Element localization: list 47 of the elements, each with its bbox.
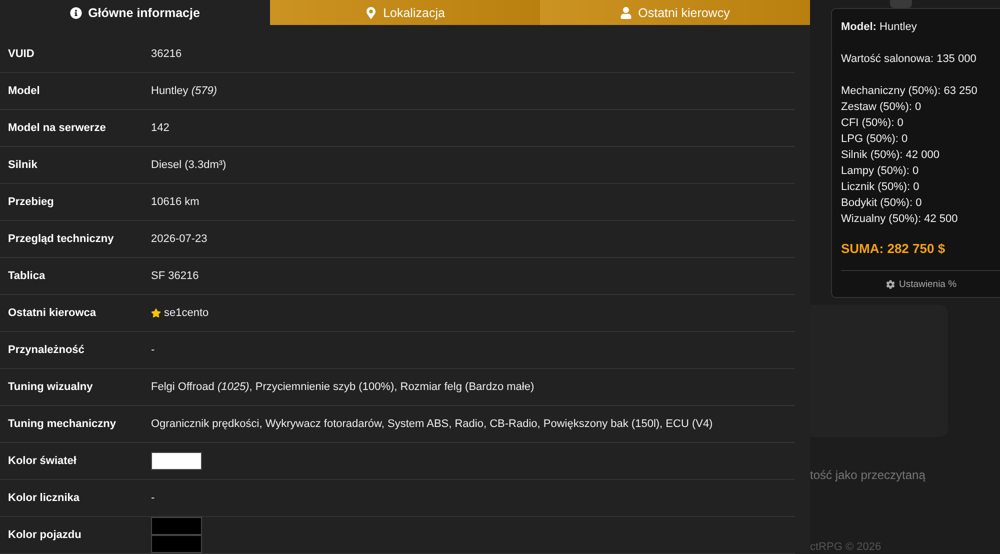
price-item: Bodykit (50%): 0 [841, 196, 923, 211]
detail-value: 142 [151, 122, 170, 134]
price-item: Mechaniczny (50%): 63 250 [841, 84, 978, 99]
detail-value: 10616 km [151, 196, 200, 208]
settings-button[interactable]: Ustawienia % [886, 279, 957, 290]
base-price: Wartość salonowa: 135 000 [841, 52, 978, 67]
map-pin-icon [365, 6, 378, 18]
detail-label: Tuning mechaniczny [7, 418, 117, 430]
detail-value: - [151, 344, 155, 356]
detail-label: Kolor pojazdu [7, 529, 82, 541]
detail-label: Tuning wizualny [7, 381, 94, 393]
detail-label: Przebieg [7, 196, 55, 208]
detail-label: Silnik [7, 159, 38, 171]
detail-value: Diesel (3.3dm³) [151, 159, 226, 171]
detail-value: Huntley (579) [151, 85, 218, 97]
detail-label: Kolor licznika [7, 492, 81, 504]
model-line: Model: Huntley [841, 20, 918, 35]
detail-value: Felgi Offroad (1025), Przyciemnienie szyb (100%), Rozmiar felg (Bardzo małe) [151, 381, 534, 393]
price-item: LPG (50%): 0 [841, 132, 909, 147]
detail-value: Ogranicznik prędkości, Wykrywacz fotoradarów, System ABS, Radio, CB-Radio, Powiększony bak (150l), ECU (V4) [151, 418, 713, 430]
handle-button[interactable] [890, 0, 912, 8]
detail-label: VUID [7, 48, 36, 60]
price-item: Silnik (50%): 42 000 [841, 148, 940, 163]
price-item: Zestaw (50%): 0 [841, 100, 922, 115]
price-item: Lampy (50%): 0 [841, 164, 920, 179]
detail-value: - [151, 492, 155, 504]
detail-label: Ostatni kierowca [7, 307, 98, 319]
price-item: Wizualny (50%): 42 500 [841, 212, 959, 227]
detail-label: Model [7, 85, 41, 97]
star-icon [151, 308, 161, 318]
settings-icon [886, 280, 895, 289]
detail-label: Tablica [7, 270, 46, 282]
detail-value: se1cento [164, 307, 209, 319]
detail-label: Przynależność [7, 344, 86, 356]
detail-value: 36216 [151, 48, 182, 60]
footer-text: ctRPG © 2026 [810, 541, 882, 553]
notice-text: tość jako przeczytaną [810, 468, 926, 482]
detail-label: Kolor świateł [7, 455, 78, 467]
detail-value: SF 36216 [151, 270, 199, 282]
price-item: CFI (50%): 0 [841, 116, 904, 131]
price-total: SUMA: 282 750 $ [841, 241, 946, 256]
detail-label: Przegląd techniczny [7, 233, 115, 245]
price-item: Licznik (50%): 0 [841, 180, 920, 195]
user-icon [620, 6, 632, 18]
info-icon [70, 6, 82, 18]
detail-value: 2026-07-23 [151, 233, 208, 245]
detail-label: Model na serwerze [7, 122, 107, 134]
